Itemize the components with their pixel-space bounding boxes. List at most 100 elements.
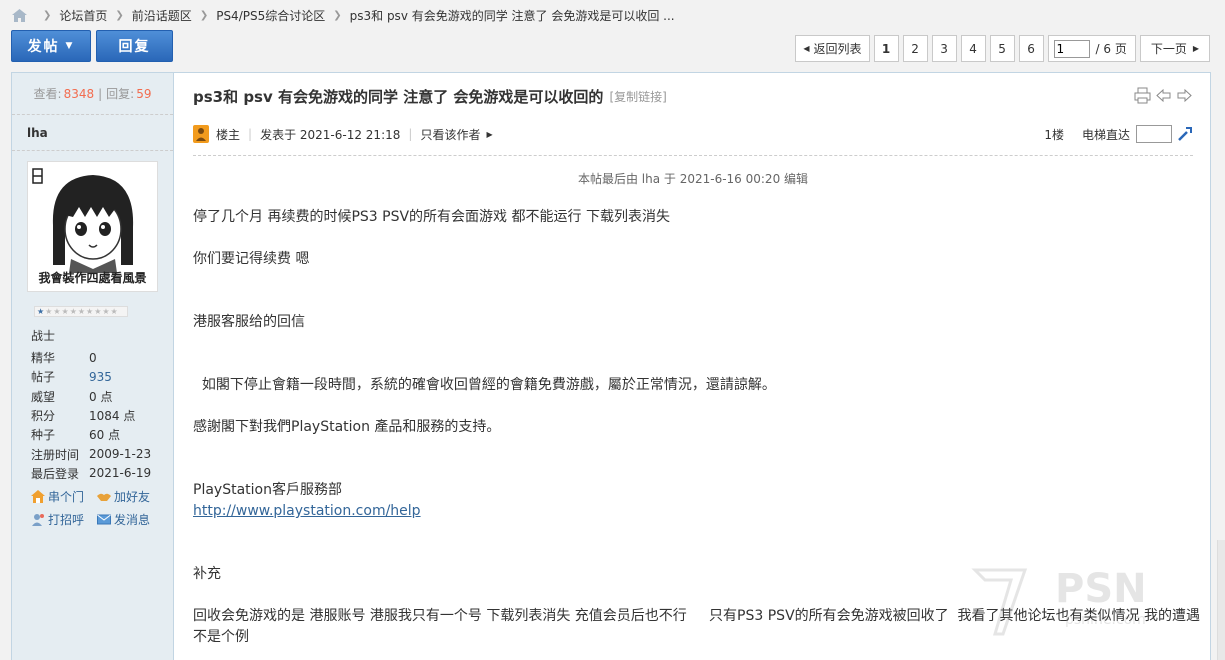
- replies-label: 回复:: [106, 87, 135, 101]
- post-divider: [193, 155, 1193, 156]
- views-label: 查看:: [33, 87, 62, 101]
- greet-link[interactable]: 打招呼: [31, 511, 97, 528]
- info-value: 1084 点: [89, 409, 136, 424]
- scrollbar[interactable]: [1217, 540, 1225, 660]
- rank-stars: ★★★★★★★★★★: [34, 306, 128, 317]
- send-message-label: 发消息: [114, 513, 151, 527]
- posts-count-link[interactable]: 935: [89, 370, 112, 384]
- post-button[interactable]: 发帖 ▼: [11, 30, 91, 62]
- info-key: 精华: [31, 351, 56, 366]
- info-row-seeds: 种子 60 点: [31, 425, 166, 444]
- page-jump-input[interactable]: [1053, 39, 1090, 58]
- author-role: 楼主: [216, 127, 241, 142]
- watermark-subtext: psnine.com: [1065, 612, 1146, 628]
- post-title-row: ps3和 psv 有会免游戏的同学 注意了 会免游戏是可以收回的 [复制链接]: [193, 85, 1193, 107]
- post-paragraph: 不是个例: [193, 629, 249, 645]
- watermark-text: PSN: [1055, 566, 1147, 612]
- post-button-label: 发帖: [27, 39, 60, 55]
- avatar-caption: 我會裝作四處看風景: [38, 271, 147, 285]
- chevron-down-icon: ▼: [65, 41, 75, 51]
- title-tools: [1134, 87, 1193, 104]
- floor-number: 1楼: [1044, 127, 1064, 142]
- breadcrumb-current-thread[interactable]: ps3和 psv 有会免游戏的同学 注意了 会免游戏是可以收回 ...: [350, 7, 675, 24]
- user-actions: 串个门 加好友 打招呼 发消息: [31, 488, 171, 528]
- breadcrumb-separator: ❯: [333, 9, 342, 21]
- post-paragraph: 补充: [193, 566, 221, 582]
- info-key: 积分: [31, 409, 56, 424]
- info-key: 种子: [31, 428, 56, 443]
- back-to-list-button[interactable]: ◀ 返回列表: [795, 35, 870, 62]
- info-row-points: 积分 1084 点: [31, 406, 166, 425]
- post-paragraph: 感謝閣下對我們PlayStation 產品和服務的支持。: [193, 419, 501, 435]
- page-link-5[interactable]: 5: [989, 35, 1015, 62]
- info-value: 2009-1-23: [89, 447, 152, 462]
- elevator-input[interactable]: [1136, 125, 1172, 143]
- info-row-posts: 帖子 935: [31, 367, 166, 386]
- info-value: 60 点: [89, 428, 121, 443]
- info-row-digest: 精华 0: [31, 348, 166, 367]
- post-paragraph: 港服客服给的回信: [193, 314, 305, 330]
- info-value: 2021-6-19: [89, 466, 152, 481]
- visit-space-label: 串个门: [48, 490, 85, 504]
- author-sidebar: 查看: 8348 | 回复: 59 lha 我會裝作四處看風景 ★★★★★★★★…: [12, 73, 174, 660]
- breadcrumb-separator: ❯: [43, 9, 52, 21]
- elevator-label: 电梯直达: [1081, 127, 1130, 142]
- reply-button-label: 回复: [118, 39, 151, 55]
- post-paragraph: PlayStation客戶服務部: [193, 482, 342, 498]
- breadcrumb-ps-board[interactable]: PS4/PS5综合讨论区: [216, 7, 325, 24]
- post-meta: 楼主 | 发表于 2021-6-12 21:18 | 只看该作者 ▶ 1楼 电梯…: [193, 123, 1193, 145]
- info-row-last-login: 最后登录 2021-6-19: [31, 464, 166, 483]
- wave-user-icon: [32, 514, 44, 526]
- page-link-3[interactable]: 3: [931, 35, 957, 62]
- pagination: ◀ 返回列表 1 2 3 4 5 6 / 6 页 下一页 ▶: [795, 35, 1210, 62]
- visit-space-link[interactable]: 串个门: [31, 488, 97, 505]
- user-info: 精华 0 帖子 935 威望 0 点 积分 1084 点 种子 60 点 注册时…: [31, 348, 166, 483]
- stats-divider: |: [98, 86, 103, 101]
- next-page-button[interactable]: 下一页 ▶: [1139, 35, 1210, 62]
- arrow-right-icon[interactable]: [1176, 87, 1193, 104]
- arrow-left-icon[interactable]: [1155, 87, 1172, 104]
- go-floor-icon[interactable]: [1177, 126, 1193, 142]
- site-watermark: PSN psnine.com: [965, 562, 1225, 642]
- user-rank: 战士: [31, 329, 56, 343]
- info-value: 0: [89, 350, 97, 365]
- page-jump: / 6 页: [1047, 35, 1136, 62]
- post-time: 发表于 2021-6-12 21:18: [260, 127, 401, 142]
- breadcrumb-forum-home[interactable]: 论坛首页: [59, 7, 107, 24]
- triangle-right-icon: ▶: [1192, 44, 1199, 53]
- playstation-help-link[interactable]: http://www.playstation.com/help: [193, 503, 421, 519]
- info-key: 注册时间: [31, 447, 80, 462]
- breadcrumb-frontier[interactable]: 前沿话题区: [132, 7, 192, 24]
- next-page-label: 下一页: [1150, 42, 1187, 56]
- info-key: 帖子: [31, 370, 56, 385]
- page-link-1[interactable]: 1: [873, 35, 899, 62]
- breadcrumb-separator: ❯: [199, 9, 209, 21]
- only-author-link[interactable]: 只看该作者: [420, 126, 480, 143]
- avatar[interactable]: 我會裝作四處看風景: [27, 161, 158, 292]
- triangle-left-icon: ◀: [803, 44, 810, 53]
- triangle-right-icon: ▶: [486, 129, 493, 139]
- post-paragraph: 停了几个月 再续费的时候PS3 PSV的所有会面游戏 都不能运行 下载列表消失: [193, 209, 670, 225]
- avatar-image: 我會裝作四處看風景: [31, 165, 154, 288]
- copy-link-button[interactable]: [复制链接]: [609, 88, 666, 105]
- meta-separator: |: [248, 127, 253, 141]
- info-row-prestige: 威望 0 点: [31, 387, 166, 406]
- thread-starter-icon: [193, 125, 209, 143]
- info-key: 威望: [31, 389, 56, 404]
- print-icon[interactable]: [1134, 87, 1151, 104]
- reply-button[interactable]: 回复: [96, 30, 173, 62]
- page-link-2[interactable]: 2: [902, 35, 928, 62]
- post-paragraph: 你们要记得续费 嗯: [193, 251, 310, 267]
- page-link-6[interactable]: 6: [1018, 35, 1044, 62]
- send-message-link[interactable]: 发消息: [97, 511, 163, 528]
- home-icon[interactable]: [12, 8, 27, 22]
- star-icon: ★: [37, 307, 46, 316]
- author-name[interactable]: lha: [12, 115, 173, 151]
- info-row-registered: 注册时间 2009-1-23: [31, 444, 166, 463]
- page-link-4[interactable]: 4: [960, 35, 986, 62]
- info-value: 0 点: [89, 389, 113, 404]
- add-friend-link[interactable]: 加好友: [97, 488, 163, 505]
- add-friend-label: 加好友: [114, 490, 151, 504]
- back-to-list-label: 返回列表: [813, 42, 862, 56]
- page-total: / 6 页: [1095, 42, 1127, 56]
